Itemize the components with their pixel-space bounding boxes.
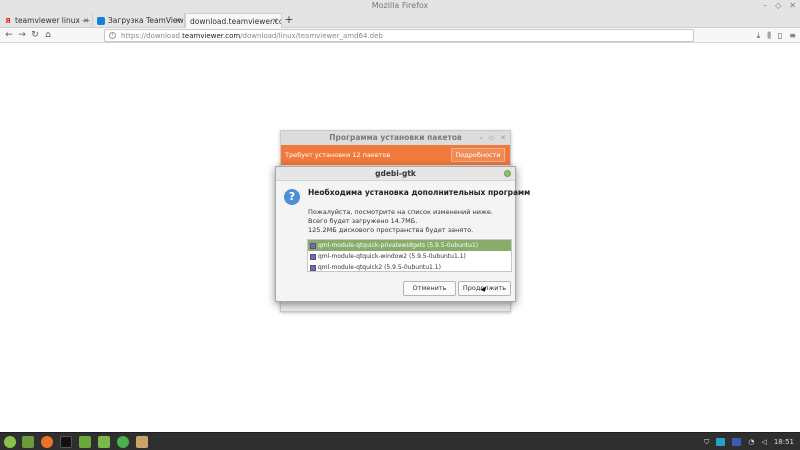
minimize-icon[interactable]: – xyxy=(763,0,767,12)
installer-titlebar: Программа установки пакетов – ◇ ✕ xyxy=(281,131,510,145)
reload-button[interactable]: ↻ xyxy=(29,28,41,43)
mint-menu-icon[interactable] xyxy=(4,436,16,448)
window-title: Mozilla Firefox xyxy=(371,1,429,10)
package-name: qml-module-qtquick-window2 (5.9.5-0ubunt… xyxy=(318,253,466,260)
files-icon[interactable] xyxy=(79,436,91,448)
installer-window-controls: – ◇ ✕ xyxy=(479,131,506,145)
minimize-icon[interactable]: – xyxy=(479,131,483,145)
tab-teamviewer-download[interactable]: Загрузка TeamViewer ✕ xyxy=(93,13,185,28)
system-tray: ⛉ ◔ ◁ 18:51 xyxy=(704,433,794,450)
close-icon[interactable]: ✕ xyxy=(789,0,796,12)
downloads-icon[interactable]: ⤓ xyxy=(757,31,761,41)
dialog-heading: Необходима установка дополнительных прог… xyxy=(308,188,531,197)
new-tab-button[interactable]: + xyxy=(282,12,296,28)
url-bar[interactable]: i https://download. teamviewer.com/downlo… xyxy=(104,29,694,42)
list-item[interactable]: qml-module-qtquick-window2 (5.9.5-0ubunt… xyxy=(308,251,511,262)
file-manager-window-icon[interactable] xyxy=(98,436,110,448)
teamviewer-favicon-icon xyxy=(97,16,105,25)
url-path: /download/linux/teamviewer_amd64.deb xyxy=(240,31,383,40)
window-controls: – ◇ ✕ xyxy=(763,0,796,12)
tab-close-icon[interactable]: ✕ xyxy=(175,17,181,25)
list-item[interactable]: qml-module-qtquick-privatewidgets (5.9.5… xyxy=(308,240,511,251)
tab-download-deb[interactable]: download.teamviewer.com ✕ xyxy=(185,13,282,28)
tab-close-icon[interactable]: ✕ xyxy=(272,17,278,25)
install-requirement-banner: Требует установки 12 пакетов Подробности xyxy=(281,145,510,165)
dialog-titlebar: gdebi-gtk xyxy=(276,167,515,181)
package-icon xyxy=(310,253,316,260)
url-host: teamviewer.com xyxy=(182,31,241,40)
installer-window-icon[interactable] xyxy=(117,436,129,448)
package-name: qml-module-qtquick2 (5.9.5-0ubuntu1.1) xyxy=(318,264,441,271)
window-titlebar: Mozilla Firefox – ◇ ✕ xyxy=(0,0,800,12)
dialog-close-icon[interactable] xyxy=(504,170,511,177)
installer-title: Программа установки пакетов xyxy=(329,133,462,142)
tab-label: teamviewer linux — Ян xyxy=(15,16,92,25)
back-button[interactable]: ← xyxy=(3,28,15,43)
close-icon[interactable]: ✕ xyxy=(500,131,506,145)
library-icon[interactable]: ⫼ xyxy=(767,31,771,41)
details-button[interactable]: Подробности xyxy=(451,148,505,162)
teamviewer-tray-icon[interactable] xyxy=(716,438,726,446)
additional-software-dialog: gdebi-gtk ? Необходима установка дополни… xyxy=(275,166,530,302)
download-size-text: Всего будет загружено 14.7МБ. xyxy=(308,217,418,225)
tab-strip: Я teamviewer linux — Ян ✕ Загрузка TeamV… xyxy=(0,12,800,28)
volume-icon[interactable]: ◁ xyxy=(761,438,766,446)
list-item[interactable]: qml-module-qtquick2 (5.9.5-0ubuntu1.1) xyxy=(308,262,511,271)
url-prefix: https://download. xyxy=(121,31,183,40)
keyboard-layout-icon[interactable] xyxy=(732,438,742,446)
tab-close-icon[interactable]: ✕ xyxy=(83,17,89,25)
question-icon: ? xyxy=(284,189,300,205)
sidebar-icon[interactable]: ▯ xyxy=(778,31,782,40)
toolbar-right: ⤓ ⫼ ▯ ≡ xyxy=(757,28,796,43)
maximize-icon[interactable]: ◇ xyxy=(489,131,494,145)
taskbar: ⛉ ◔ ◁ 18:51 xyxy=(0,432,800,450)
terminal-icon[interactable] xyxy=(60,436,72,448)
forward-button[interactable]: → xyxy=(16,28,28,43)
home-button[interactable]: ⌂ xyxy=(42,28,54,43)
package-list[interactable]: qml-module-qtquick-privatewidgets (5.9.5… xyxy=(307,239,512,272)
yandex-favicon-icon: Я xyxy=(5,16,11,25)
package-icon xyxy=(310,242,316,249)
menu-icon[interactable]: ≡ xyxy=(789,31,796,40)
package-icon xyxy=(310,264,316,271)
show-desktop-icon[interactable] xyxy=(22,436,34,448)
cancel-button[interactable]: Отменить xyxy=(403,281,456,296)
clock[interactable]: 18:51 xyxy=(774,438,794,446)
dialog-instruction: Пожалуйста, посмотрите на список изменен… xyxy=(308,208,493,216)
tab-yandex-search[interactable]: Я teamviewer linux — Ян ✕ xyxy=(0,13,93,28)
network-icon[interactable]: ◔ xyxy=(748,438,754,446)
disk-space-text: 125.2МБ дискового пространства будет зан… xyxy=(308,226,474,234)
dialog-title: gdebi-gtk xyxy=(375,169,416,178)
site-info-icon[interactable]: i xyxy=(109,32,116,39)
tab-label: download.teamviewer.com xyxy=(190,16,282,26)
firefox-icon[interactable] xyxy=(41,436,53,448)
package-name: qml-module-qtquick-privatewidgets (5.9.5… xyxy=(318,242,479,249)
tab-label: Загрузка TeamViewer xyxy=(108,16,185,25)
navigation-bar: ← → ↻ ⌂ i https://download. teamviewer.co… xyxy=(0,28,800,43)
maximize-icon[interactable]: ◇ xyxy=(775,0,781,12)
package-window-icon[interactable] xyxy=(136,436,148,448)
banner-text: Требует установки 12 пакетов xyxy=(285,151,391,159)
shield-icon[interactable]: ⛉ xyxy=(704,438,709,447)
